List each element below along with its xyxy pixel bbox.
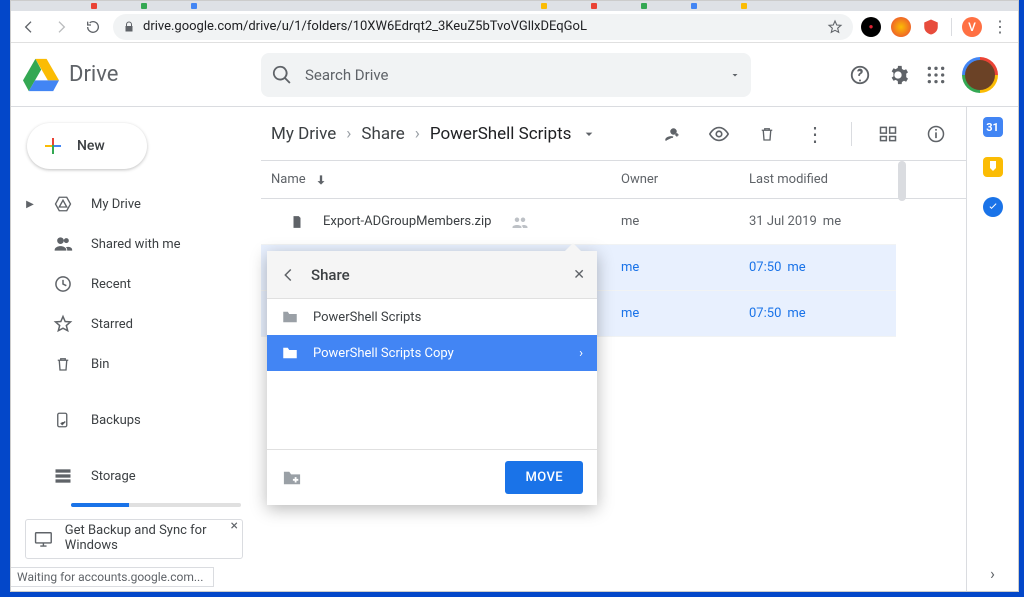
browser-menu-icon[interactable]: ⋮: [992, 17, 1008, 36]
column-header-row: Name Owner Last modified: [261, 161, 966, 199]
file-name: Export-ADGroupMembers.zip: [323, 214, 491, 229]
file-owner: me: [621, 214, 749, 229]
keep-icon[interactable]: [983, 157, 1003, 177]
browser-toolbar: drive.google.com/drive/u/1/folders/10XW6…: [11, 11, 1018, 43]
sidebar-item-backups[interactable]: Backups: [21, 401, 247, 439]
help-icon[interactable]: [848, 63, 872, 87]
side-panel: 31 ›: [966, 107, 1018, 591]
breadcrumb-menu-icon[interactable]: [581, 126, 597, 142]
storage-bar: [71, 503, 241, 507]
view-toggle-icon[interactable]: [876, 122, 900, 146]
shared-icon: [53, 234, 73, 254]
breadcrumb-2[interactable]: PowerShell Scripts: [430, 124, 572, 144]
search-icon: [271, 64, 293, 86]
file-modified-by: me: [787, 306, 805, 321]
move-button[interactable]: MOVE: [505, 461, 583, 494]
move-folder-item[interactable]: PowerShell Scripts Copy ›: [267, 335, 597, 371]
search-input[interactable]: Search Drive: [261, 53, 751, 97]
scrollbar[interactable]: [898, 161, 906, 201]
starred-icon: [53, 314, 73, 334]
sort-arrow-icon[interactable]: [314, 173, 328, 187]
drive-logo[interactable]: Drive: [23, 57, 253, 93]
browser-back-icon[interactable]: [17, 15, 41, 39]
file-row[interactable]: Export-ADGroupMembers.zip me 31 Jul 2019…: [261, 199, 896, 245]
search-placeholder: Search Drive: [305, 66, 389, 84]
chevron-right-icon: ›: [346, 124, 351, 144]
ext-icon-2[interactable]: [891, 17, 911, 37]
preview-icon[interactable]: [707, 122, 731, 146]
ext-divider: [951, 18, 952, 36]
sidebar-item-bin[interactable]: Bin: [21, 345, 247, 383]
breadcrumb-row: My Drive › Share › PowerShell Scripts ⋮: [261, 107, 966, 161]
main-pane: My Drive › Share › PowerShell Scripts ⋮: [261, 107, 966, 591]
new-button[interactable]: New: [27, 123, 147, 169]
shared-badge-icon: [511, 216, 529, 228]
breadcrumb-1[interactable]: Share: [361, 124, 404, 144]
side-panel-expand-icon[interactable]: ›: [990, 564, 995, 583]
popover-title: Share: [311, 266, 559, 284]
popover-back-icon[interactable]: [279, 266, 297, 284]
file-modified: 07:50: [749, 306, 781, 321]
browser-tab-strip: [11, 1, 1018, 11]
my-drive-icon: [53, 195, 73, 213]
browser-extensions: ● V ⋮: [861, 17, 1012, 37]
col-name[interactable]: Name: [271, 172, 306, 187]
browser-status-bar: Waiting for accounts.google.com...: [11, 567, 214, 587]
move-popover: Share ✕ PowerShell Scripts PowerShell Sc…: [267, 251, 597, 505]
more-icon[interactable]: ⋮: [803, 122, 827, 146]
folder-icon: [281, 309, 299, 325]
drive-top-bar: Drive Search Drive: [11, 43, 1018, 107]
file-modified: 31 Jul 2019: [749, 214, 817, 229]
details-icon[interactable]: [924, 122, 948, 146]
star-icon[interactable]: [827, 19, 843, 35]
file-modified-by: me: [787, 260, 805, 275]
backup-banner[interactable]: Get Backup and Sync for Windows ×: [25, 519, 243, 559]
popover-close-icon[interactable]: ✕: [573, 267, 585, 283]
move-folder-item[interactable]: PowerShell Scripts: [267, 299, 597, 335]
settings-icon[interactable]: [886, 63, 910, 87]
browser-forward-icon[interactable]: [49, 15, 73, 39]
file-modified-by: me: [823, 214, 841, 229]
search-options-icon[interactable]: [729, 69, 741, 81]
share-icon[interactable]: [659, 122, 683, 146]
browser-address-bar[interactable]: drive.google.com/drive/u/1/folders/10XW6…: [113, 14, 853, 40]
backups-icon: [53, 411, 73, 429]
browser-reload-icon[interactable]: [81, 15, 105, 39]
banner-close-icon[interactable]: ×: [231, 518, 238, 534]
calendar-icon[interactable]: 31: [983, 117, 1003, 137]
new-button-label: New: [77, 138, 105, 154]
sidebar-item-my-drive[interactable]: ▶ My Drive: [21, 185, 247, 223]
sidebar-item-starred[interactable]: Starred: [21, 305, 247, 343]
tasks-icon[interactable]: [983, 197, 1003, 217]
sidebar-item-shared[interactable]: Shared with me: [21, 225, 247, 263]
storage-icon: [53, 466, 73, 486]
col-modified[interactable]: Last modified: [749, 172, 966, 187]
apps-icon[interactable]: [924, 63, 948, 87]
folder-icon: [281, 345, 299, 361]
sidebar-item-recent[interactable]: Recent: [21, 265, 247, 303]
expand-icon[interactable]: ▶: [25, 199, 35, 210]
backup-banner-text: Get Backup and Sync for Windows: [65, 524, 234, 554]
new-folder-icon[interactable]: [281, 469, 303, 487]
url-text: drive.google.com/drive/u/1/folders/10XW6…: [143, 19, 819, 34]
sidebar-item-storage[interactable]: Storage: [21, 457, 247, 495]
lock-icon: [123, 20, 135, 34]
file-modified: 07:50: [749, 260, 781, 275]
ext-icon-1[interactable]: ●: [861, 17, 881, 37]
file-owner: me: [621, 260, 749, 275]
drive-product-name: Drive: [69, 62, 118, 87]
browser-profile-badge[interactable]: V: [962, 17, 982, 37]
col-owner[interactable]: Owner: [621, 172, 749, 187]
delete-icon[interactable]: [755, 122, 779, 146]
chevron-right-icon: ›: [579, 346, 583, 361]
desktop-icon: [34, 530, 53, 548]
bin-icon: [53, 355, 73, 373]
chevron-right-icon: ›: [415, 124, 420, 144]
zip-icon: [289, 214, 305, 230]
account-avatar[interactable]: [962, 57, 998, 93]
file-owner: me: [621, 306, 749, 321]
recent-icon: [53, 274, 73, 294]
breadcrumb-0[interactable]: My Drive: [271, 124, 336, 144]
ext-icon-3[interactable]: [921, 17, 941, 37]
